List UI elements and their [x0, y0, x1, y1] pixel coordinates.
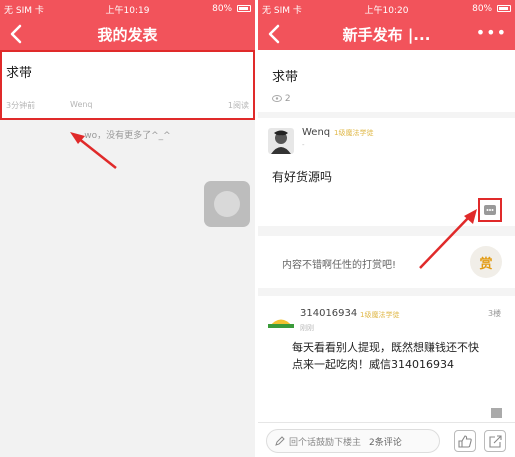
reply-time: - [302, 141, 305, 149]
comment-username[interactable]: 314016934 [300, 308, 357, 319]
avatar[interactable] [268, 314, 294, 328]
nav-bar: 我的发表 [0, 18, 255, 50]
pencil-icon [275, 436, 285, 446]
back-icon[interactable] [264, 22, 286, 46]
reward-button[interactable]: 赏 [470, 246, 502, 278]
assistive-touch-button[interactable] [204, 181, 250, 227]
battery-status: 80% [169, 4, 251, 14]
reply-input[interactable]: 回个话鼓励下楼主 2条评论 [266, 429, 440, 453]
user-level-badge: 1级魔法学徒 [334, 129, 374, 137]
floor-number: 3楼 [488, 309, 502, 318]
status-time: 上午10:19 [105, 5, 150, 16]
reply-content: 有好货源吗 [272, 170, 333, 184]
comment-icon[interactable] [491, 408, 502, 418]
like-button[interactable] [454, 430, 476, 452]
right-phone-screen: 无 SIM 卡 上午10:20 80% 新手发布 |... ••• 求带 2 W… [258, 0, 515, 457]
page-title: 我的发表 [97, 25, 158, 44]
comment-item: 314016934 1级魔法学徒 刚刚 3楼 每天看看别人提现，既然想赚钱还不快… [258, 296, 515, 422]
bottom-toolbar: 回个话鼓励下楼主 2条评论 [258, 422, 515, 457]
post-time: 3分钟前 [6, 101, 36, 110]
comment-time: 刚刚 [300, 324, 314, 332]
back-icon[interactable] [6, 22, 28, 46]
post-reads: 1阅读 [227, 101, 249, 110]
comment-content: 每天看看别人提现，既然想赚钱还不快点来一起吃肉！威信314016934 [292, 341, 479, 371]
carrier-text: 无 SIM 卡 [4, 5, 44, 16]
share-icon [488, 434, 502, 448]
share-button[interactable] [484, 430, 506, 452]
nav-bar: 新手发布 |... ••• [258, 18, 515, 50]
reply-placeholder: 回个话鼓励下楼主 [289, 437, 362, 448]
post-title: 求带 [272, 70, 299, 85]
view-count-value: 2 [284, 94, 291, 104]
eye-icon [272, 95, 282, 102]
view-count: 2 [272, 94, 291, 104]
carrier-text: 无 SIM 卡 [262, 5, 302, 16]
post-title: 求带 [6, 66, 33, 81]
reply-username[interactable]: Wenq [302, 127, 330, 138]
comment-count[interactable]: 2条评论 [369, 435, 402, 448]
no-more-text: wo，没有更多了^_^ [84, 131, 171, 141]
comment-icon [484, 205, 496, 215]
avatar[interactable] [268, 128, 294, 154]
status-bar: 无 SIM 卡 上午10:19 80% [0, 0, 255, 18]
reward-section: 内容不错啊任性的打赏吧! 赏 [258, 236, 515, 288]
reward-prompt: 内容不错啊任性的打赏吧! [282, 260, 397, 271]
battery-icon [236, 5, 251, 12]
comment-button[interactable] [478, 198, 502, 222]
status-bar: 无 SIM 卡 上午10:20 80% [258, 0, 515, 18]
page-title: 新手发布 |... [342, 25, 431, 44]
post-list-item[interactable]: 求带 3分钟前 Wenq 1阅读 [0, 50, 255, 120]
battery-percent: 80% [212, 4, 233, 14]
status-time: 上午10:20 [364, 5, 409, 16]
left-phone-screen: 无 SIM 卡 上午10:19 80% 我的发表 求带 3分钟前 Wenq 1阅… [0, 0, 255, 457]
post-author: Wenq [70, 100, 93, 109]
user-level-badge: 1级魔法学徒 [360, 311, 400, 319]
more-icon[interactable]: ••• [476, 25, 507, 41]
thumbs-up-icon [458, 434, 472, 448]
battery-status: 80% [428, 4, 511, 14]
post-reply: Wenq 1级魔法学徒 - 有好货源吗 [258, 118, 515, 226]
battery-percent: 80% [472, 4, 493, 14]
post-header: 求带 2 [258, 50, 515, 112]
battery-icon [497, 5, 511, 12]
